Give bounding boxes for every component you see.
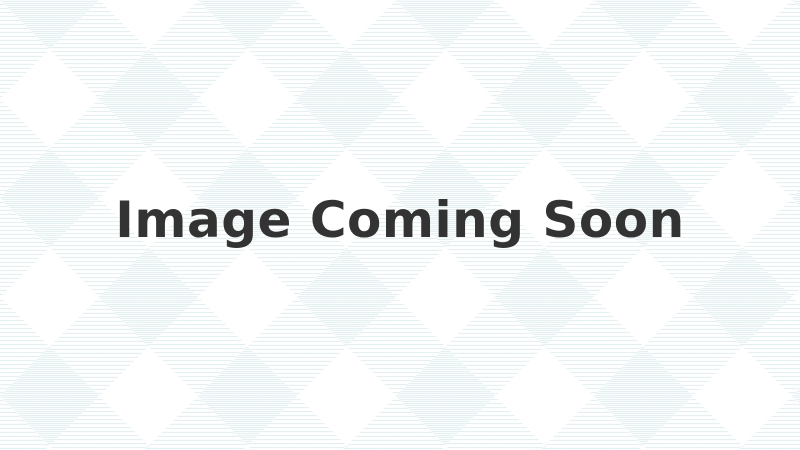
placeholder-image: Image Coming Soon bbox=[0, 0, 800, 450]
caption-container: Image Coming Soon bbox=[0, 0, 800, 450]
placeholder-caption: Image Coming Soon bbox=[115, 191, 685, 249]
